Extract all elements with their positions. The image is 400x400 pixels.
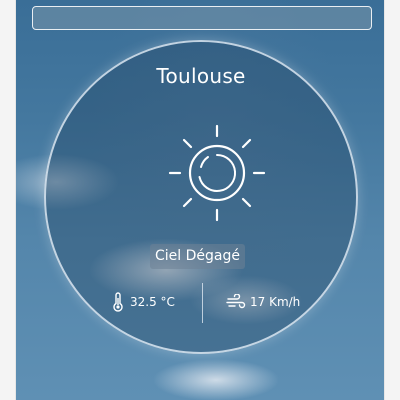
city-name: Toulouse xyxy=(156,64,246,88)
divider xyxy=(202,283,203,323)
thermometer-icon xyxy=(112,292,124,312)
wind-icon xyxy=(226,294,246,310)
city-search-input[interactable] xyxy=(32,6,372,30)
wind-speed-value: 17 Km/h xyxy=(250,295,301,309)
weather-condition: Ciel Dégagé xyxy=(150,244,245,269)
wind-block: 17 Km/h xyxy=(226,291,300,313)
temperature-value: 32.5 °C xyxy=(130,295,175,309)
temperature-block: 32.5 °C xyxy=(112,291,175,313)
weather-app: Toulouse Ciel Dégagé 32.5 °C 17 Km/h xyxy=(16,0,384,400)
sun-icon xyxy=(166,122,268,224)
